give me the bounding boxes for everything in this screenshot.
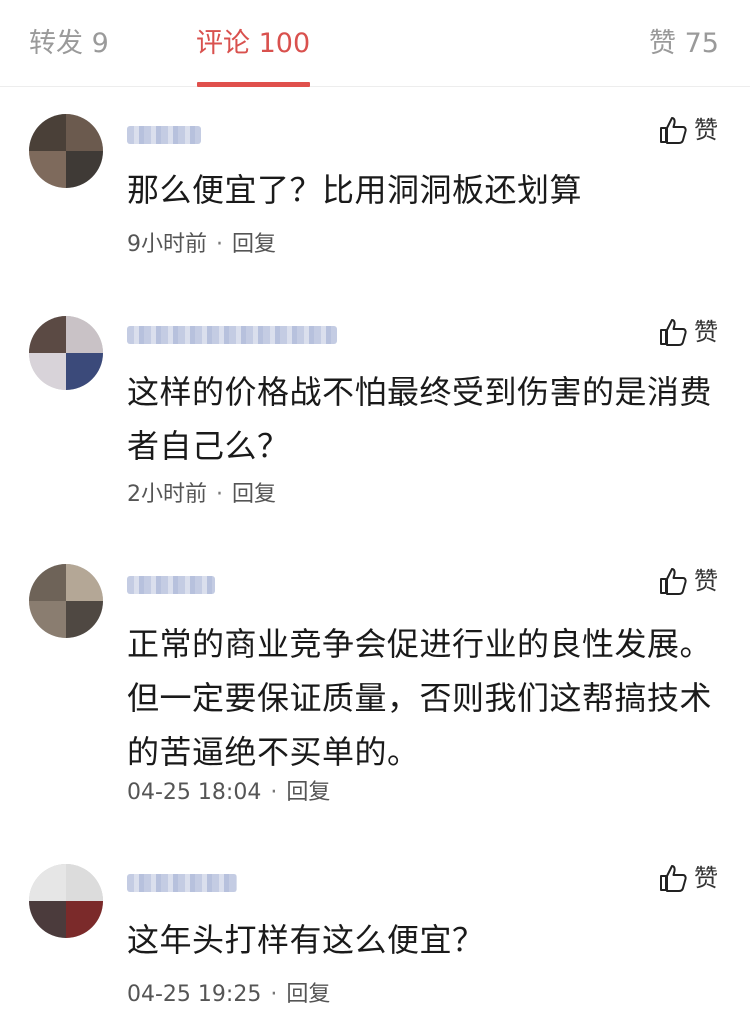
like-button[interactable]: 赞 [658,566,718,596]
comment-meta: 04-25 19:25 · 回复 [127,982,331,1007]
reply-link[interactable]: 回复 [232,232,276,257]
comment-time: 2小时前 [127,482,207,507]
avatar[interactable] [29,316,103,390]
reply-link[interactable]: 回复 [286,982,330,1007]
like-label: 赞 [694,318,718,346]
tab-repost[interactable]: 转发 9 [29,26,109,62]
comment-meta: 9小时前 · 回复 [127,232,277,257]
comment-text: 这年头打样有这么便宜？ [127,921,485,959]
like-button[interactable]: 赞 [658,317,718,347]
comment-time: 04-25 19:25 [127,982,262,1007]
comment-text: 这样的价格战不怕最终受到伤害的是消费者自己么？ [127,373,713,465]
username-blurred[interactable] [127,874,237,892]
like-label: 赞 [694,567,718,595]
reply-link[interactable]: 回复 [232,482,276,507]
thumbs-up-icon [658,566,688,596]
like-label: 赞 [694,864,718,892]
avatar[interactable] [29,864,103,938]
comment-meta: 2小时前 · 回复 [127,482,277,507]
tab-comments[interactable]: 评论 100 [196,26,310,62]
username-blurred[interactable] [127,576,215,594]
avatar[interactable] [29,114,103,188]
comment-tab-bar: 转发 9 评论 100 赞 75 [0,0,750,87]
username-blurred[interactable] [127,326,337,344]
comment-time: 04-25 18:04 [127,780,262,805]
like-label: 赞 [694,116,718,144]
username-blurred[interactable] [127,126,201,144]
comment-text: 正常的商业竞争会促进行业的良性发展。但一定要保证质量，否则我们这帮搞技术的苦逼绝… [127,625,713,771]
like-button[interactable]: 赞 [658,115,718,145]
avatar[interactable] [29,564,103,638]
reply-link[interactable]: 回复 [286,780,330,805]
like-button[interactable]: 赞 [658,863,718,893]
thumbs-up-icon [658,317,688,347]
comment-text: 那么便宜了？比用洞洞板还划算 [127,171,583,209]
comment-time: 9小时前 [127,232,207,257]
tab-likes[interactable]: 赞 75 [649,26,719,62]
comment-meta: 04-25 18:04 · 回复 [127,780,331,805]
thumbs-up-icon [658,115,688,145]
thumbs-up-icon [658,863,688,893]
active-tab-indicator [197,82,310,87]
